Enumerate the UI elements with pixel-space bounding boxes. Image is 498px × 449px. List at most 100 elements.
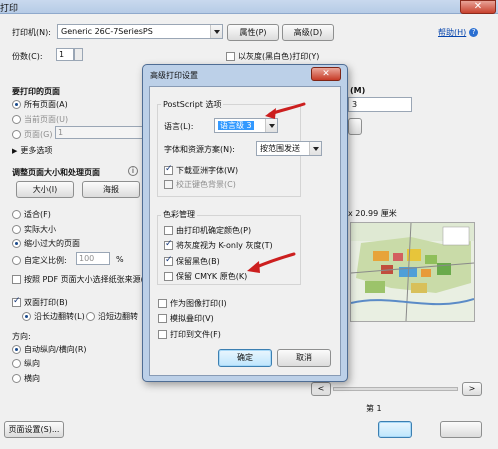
print-as-image-option[interactable]: 作为图像打印(I) [158,298,227,309]
printer-label: 打印机(N): [12,28,51,37]
next-page-button[interactable]: > [462,382,482,396]
orientation-landscape-option[interactable]: 横向 [12,373,40,384]
duplex-option[interactable]: 双面打印(B) [12,296,68,308]
map-preview-image [350,222,475,322]
long-edge-option[interactable]: 沿长边翻转(L) [22,311,85,322]
info-icon: i [128,166,138,176]
orientation-landscape-radio[interactable] [12,374,21,383]
gray-as-k-checkbox[interactable] [164,239,173,250]
long-edge-label: 沿长边翻转(L) [34,312,85,321]
keep-black-checkbox[interactable] [164,255,173,266]
right-combo-value: 3 [352,100,358,109]
print-button[interactable] [378,421,412,438]
printer-color-checkbox[interactable] [164,226,173,235]
grayscale-checkbox[interactable] [226,52,235,61]
fix-background-checkbox[interactable] [164,180,173,189]
download-asian-fonts-option[interactable]: 下载亚洲字体(W) [164,164,239,176]
modal-close-button[interactable]: ✕ [311,67,341,81]
pdf-source-checkbox[interactable] [12,275,21,284]
custom-scale-input[interactable]: 100 [76,252,110,265]
copies-input[interactable]: 1 [56,48,74,61]
printer-select[interactable]: Generic 26C-7SeriesPS [57,24,223,39]
keep-black-option[interactable]: 保留黑色(B) [164,255,220,267]
actual-size-label: 实际大小 [24,225,56,234]
prev-page-button[interactable]: < [311,382,331,396]
printer-color-option[interactable]: 由打印机确定颜色(P) [164,225,251,236]
grayscale-option[interactable]: 以灰度(黑白色)打印(Y) [226,51,319,62]
advanced-button[interactable]: 高级(D) [282,24,334,41]
advanced-print-settings-dialog: 高级打印设置 ✕ PostScript 选项 语言(L): 语言级 3 字体和资… [142,64,348,382]
right-combo[interactable]: 3 [348,97,412,112]
window-close-button[interactable]: ✕ [460,0,496,14]
print-as-image-checkbox[interactable] [158,299,167,308]
properties-button[interactable]: 属性(P) [227,24,279,41]
keep-cmyk-checkbox[interactable] [164,272,173,281]
shrink-option[interactable]: 缩小过大的页面 [12,238,80,249]
short-edge-radio[interactable] [86,312,95,321]
help-link[interactable]: 帮助(H) ? [438,27,479,38]
actual-size-radio[interactable] [12,225,21,234]
cancel-button[interactable]: 取消 [277,349,331,367]
ok-button[interactable]: 确定 [218,349,272,367]
page-setup-button[interactable]: 页面设置(S)... [4,421,64,438]
font-scheme-label: 字体和资源方案(N): [164,145,235,154]
duplex-checkbox[interactable] [12,296,21,307]
short-edge-option[interactable]: 沿短边翻转 [86,311,138,322]
custom-scale-radio[interactable] [12,256,21,265]
printer-select-value: Generic 26C-7SeriesPS [61,27,153,36]
right-fragment-button[interactable] [348,118,362,135]
chevron-down-icon [309,142,321,155]
short-edge-label: 沿短边翻转 [98,312,138,321]
sizing-heading: 调整页面大小和处理页面 [12,168,100,177]
right-heading-fragment: (M) [350,86,366,95]
size-button[interactable]: 大小(I) [16,181,74,198]
cancel-print-button[interactable] [440,421,482,438]
print-to-file-checkbox[interactable] [158,330,167,339]
more-options-toggle[interactable]: ▶ 更多选项 [12,145,52,156]
orientation-auto-radio[interactable] [12,345,21,354]
pages-heading: 要打印的页面 [12,87,60,96]
pages-all-option[interactable]: 所有页面(A) [12,99,68,110]
pages-range-input[interactable]: 1 [55,126,145,139]
more-options-label: 更多选项 [20,146,53,155]
keep-cmyk-option[interactable]: 保留 CMYK 原色(K) [164,271,247,282]
pages-range-option[interactable]: 页面(G) [12,129,52,140]
pages-current-radio[interactable] [12,115,21,124]
pages-current-option[interactable]: 当前页面(U) [12,114,68,125]
poster-button[interactable]: 海报 [82,181,140,198]
actual-size-option[interactable]: 实际大小 [12,224,56,235]
copies-label: 份数(C): [12,52,43,61]
copies-spinner[interactable] [74,48,83,61]
print-to-file-option[interactable]: 打印到文件(F) [158,329,221,340]
close-icon: ✕ [473,1,483,12]
orientation-portrait-option[interactable]: 纵向 [12,358,40,369]
fix-background-option[interactable]: 校正键色背景(C) [164,179,236,190]
fix-background-label: 校正键色背景(C) [176,180,236,189]
fit-radio[interactable] [12,210,21,219]
language-select-value: 语言级 3 [218,121,254,130]
simulate-overprint-checkbox[interactable] [158,314,167,323]
orientation-auto-label: 自动纵向/横向(R) [24,345,87,354]
orientation-portrait-radio[interactable] [12,359,21,368]
download-asian-fonts-label: 下载亚洲字体(W) [176,166,239,175]
simulate-overprint-option[interactable]: 模拟叠印(V) [158,313,214,324]
pages-all-radio[interactable] [12,100,21,109]
pages-range-radio[interactable] [12,130,21,139]
annotation-arrow-icon [247,252,296,273]
pdf-source-option[interactable]: 按照 PDF 页面大小选择纸张来源(Z) [12,274,152,285]
print-as-image-label: 作为图像打印(I) [170,299,227,308]
download-asian-fonts-checkbox[interactable] [164,164,173,175]
orientation-auto-option[interactable]: 自动纵向/横向(R) [12,344,87,355]
color-group-title: 色彩管理 [161,209,197,220]
font-scheme-value: 按范围发送 [260,144,300,153]
pages-current-label: 当前页面(U) [24,115,69,124]
shrink-radio[interactable] [12,239,21,248]
custom-scale-option[interactable]: 自定义比例: [12,255,67,266]
postscript-group-title: PostScript 选项 [161,99,224,110]
keep-cmyk-label: 保留 CMYK 原色(K) [176,272,248,281]
fit-option[interactable]: 适合(F) [12,209,51,220]
font-scheme-select[interactable]: 按范围发送 [256,141,322,156]
long-edge-radio[interactable] [22,312,31,321]
page-scrollbar[interactable] [333,387,458,391]
fit-label: 适合(F) [24,210,51,219]
